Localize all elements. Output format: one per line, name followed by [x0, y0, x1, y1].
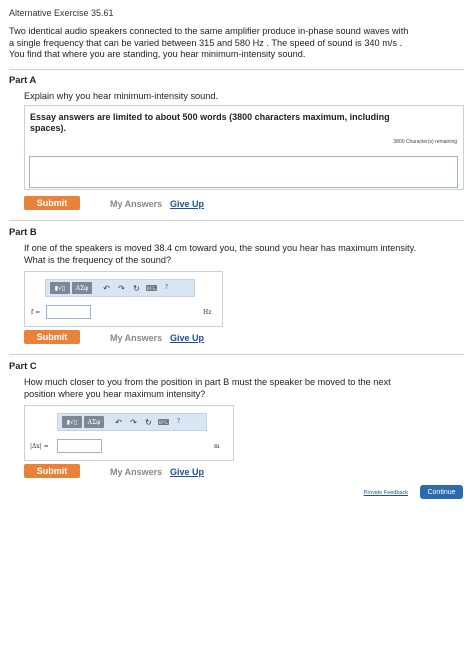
exercise-title: Alternative Exercise 35.61 [9, 8, 114, 18]
frequency-input[interactable] [46, 305, 91, 319]
question-line: What is the frequency of the sound? [24, 254, 172, 265]
part-a-question: Explain why you hear minimum-intensity s… [24, 91, 219, 101]
part-c-submit-button[interactable]: Submit [24, 464, 80, 478]
templates-button[interactable]: ▮√▯ [50, 282, 70, 294]
provide-feedback-link[interactable]: Provide Feedback [364, 490, 408, 496]
essay-textarea[interactable] [29, 156, 458, 188]
divider [9, 69, 464, 70]
part-c-give-up-link[interactable]: Give Up [170, 467, 204, 477]
problem-line: You find that where you are standing, yo… [9, 49, 306, 59]
distance-unit: m [214, 443, 220, 450]
part-b-give-up-link[interactable]: Give Up [170, 333, 204, 343]
redo-icon[interactable]: ↷ [115, 282, 128, 294]
essay-limit-note: Essay answers are limited to about 500 w… [30, 112, 390, 134]
question-line: If one of the speakers is moved 38.4 cm … [24, 243, 417, 253]
part-c-title: Part C [9, 360, 37, 371]
distance-input[interactable] [57, 439, 102, 453]
question-line: position where you hear maximum intensit… [24, 388, 206, 399]
characters-remaining: 3800 Character(s) remaining [393, 139, 457, 145]
part-b-submit-button[interactable]: Submit [24, 330, 80, 344]
help-icon[interactable]: ? [160, 282, 173, 294]
distance-label: |Δx| = [30, 443, 49, 450]
essay-note-line: Essay answers are limited to about 500 w… [30, 112, 390, 122]
divider [9, 354, 464, 355]
divider [9, 220, 464, 221]
part-a-my-answers[interactable]: My Answers [110, 199, 162, 209]
templates-button[interactable]: ▮√▯ [62, 416, 82, 428]
part-a-title: Part A [9, 74, 37, 85]
part-b-question: If one of the speakers is moved 38.4 cm … [24, 243, 464, 266]
reset-icon[interactable]: ↻ [130, 282, 143, 294]
part-a-give-up-link[interactable]: Give Up [170, 199, 204, 209]
part-b-title: Part B [9, 226, 37, 237]
continue-button[interactable]: Continue [420, 485, 463, 499]
symbols-button[interactable]: ΑΣφ [72, 282, 92, 294]
problem-line: a single frequency that can be varied be… [9, 37, 403, 48]
keyboard-icon[interactable]: ⌨ [145, 282, 158, 294]
undo-icon[interactable]: ↶ [100, 282, 113, 294]
part-a-submit-button[interactable]: Submit [24, 196, 80, 210]
problem-statement: Two identical audio speakers connected t… [9, 26, 464, 61]
frequency-unit: Hz [203, 309, 212, 316]
question-line: How much closer to you from the position… [24, 377, 391, 387]
redo-icon[interactable]: ↷ [127, 416, 140, 428]
problem-line: Two identical audio speakers connected t… [9, 26, 409, 36]
part-c-my-answers[interactable]: My Answers [110, 467, 162, 477]
help-icon[interactable]: ? [172, 416, 185, 428]
essay-note-line: spaces). [30, 123, 67, 133]
part-b-math-toolbar: ▮√▯ ΑΣφ ↶ ↷ ↻ ⌨ ? [45, 279, 195, 297]
part-c-question: How much closer to you from the position… [24, 377, 464, 400]
undo-icon[interactable]: ↶ [112, 416, 125, 428]
frequency-label: f = [31, 309, 41, 316]
reset-icon[interactable]: ↻ [142, 416, 155, 428]
part-b-my-answers[interactable]: My Answers [110, 333, 162, 343]
keyboard-icon[interactable]: ⌨ [157, 416, 170, 428]
symbols-button[interactable]: ΑΣφ [84, 416, 104, 428]
part-c-math-toolbar: ▮√▯ ΑΣφ ↶ ↷ ↻ ⌨ ? [57, 413, 207, 431]
